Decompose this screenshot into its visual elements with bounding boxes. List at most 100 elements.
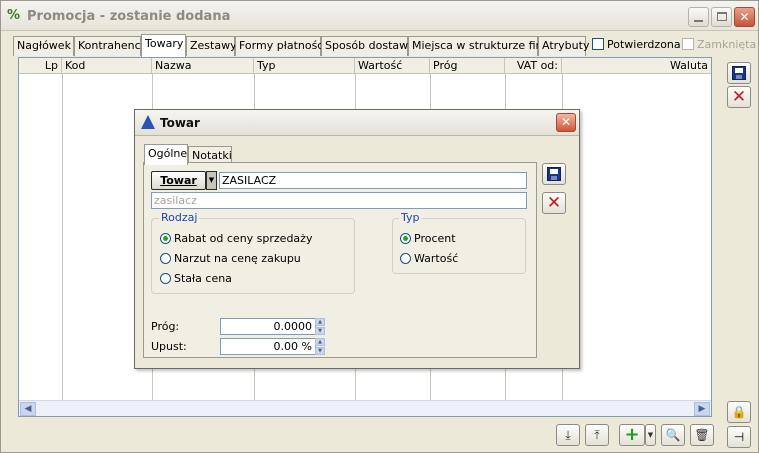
floppy-disk-icon (732, 66, 746, 80)
move-down-button[interactable]: ⤓ (556, 424, 580, 446)
move-up-button[interactable]: ⤒ (585, 424, 609, 446)
checkbox-box (682, 38, 694, 50)
close-window-button[interactable]: ✕ (734, 7, 755, 27)
column-header-typ[interactable]: Typ (254, 58, 355, 74)
tab-naglowek[interactable]: Nagłówek (13, 36, 74, 56)
upust-spinner[interactable]: ▲ ▼ (315, 338, 325, 355)
column-header-kod[interactable]: Kod (62, 58, 152, 74)
dialog-title: Towar (160, 116, 200, 130)
cancel-button[interactable]: ✕ (727, 86, 751, 108)
radio-dot (400, 233, 411, 244)
column-header-wartosc[interactable]: Wartość (355, 58, 430, 74)
zamknieta-label: Zamknięta (697, 38, 757, 51)
prog-spinner[interactable]: ▲ ▼ (315, 318, 325, 335)
towar-name-field[interactable]: zasilacz (151, 192, 527, 209)
tab-sposob-dostawy[interactable]: Sposób dostawy (321, 36, 415, 56)
spin-up-icon[interactable]: ▲ (315, 338, 325, 346)
tab-towary[interactable]: Towary (141, 34, 186, 57)
radio-dot (160, 273, 171, 284)
arrow-up-icon: ⤒ (594, 428, 600, 442)
tab-kontrahenci[interactable]: Kontrahenci (74, 36, 144, 56)
radio-rabat-od-ceny[interactable]: Rabat od ceny sprzedaży (160, 232, 312, 245)
window-title: Promocja - zostanie dodana (27, 9, 231, 24)
close-icon: ✕ (560, 115, 572, 129)
dialog-cancel-button[interactable]: ✕ (542, 192, 566, 214)
towar-icon (141, 115, 155, 129)
save-button[interactable] (727, 62, 751, 84)
column-header-prog[interactable]: Próg (430, 58, 505, 74)
horizontal-scrollbar[interactable]: ◀ ▶ (19, 400, 711, 416)
column-header-waluta[interactable]: Waluta (562, 58, 711, 74)
towar-select-button[interactable]: Towar (151, 171, 206, 190)
potwierdzona-label: Potwierdzona (607, 38, 681, 51)
lock-icon: 🔒 (731, 405, 747, 419)
radio-rabat-label: Rabat od ceny sprzedaży (174, 232, 313, 245)
radio-wartosc-label: Wartość (414, 252, 459, 265)
close-x-icon: ✕ (731, 87, 747, 107)
lock-button[interactable]: 🔒 (727, 401, 751, 423)
search-icon: 🔍 (665, 428, 681, 442)
percent-icon: % (7, 8, 21, 23)
rodzaj-group: Rodzaj Rabat od ceny sprzedaży Narzut na… (151, 212, 355, 294)
dialog-title-bar: Towar ✕ (135, 110, 579, 136)
column-header-nazwa[interactable]: Nazwa (152, 58, 254, 74)
chevron-down-icon: ▼ (208, 176, 215, 184)
towar-code-field[interactable]: ZASILACZ (219, 172, 527, 189)
spin-down-icon[interactable]: ▼ (315, 327, 325, 335)
tab-zestawy[interactable]: Zestawy (186, 36, 237, 56)
title-bar: % Promocja - zostanie dodana ✕ (1, 1, 758, 31)
tab-miejsca-w-strukturze[interactable]: Miejsca w strukturze firmy (408, 36, 557, 56)
typ-group: Typ Procent Wartość (392, 212, 526, 274)
dialog-tab-ogolne[interactable]: Ogólne (144, 144, 188, 165)
rodzaj-group-label: Rodzaj (159, 211, 200, 224)
minimize-icon (694, 20, 703, 22)
scroll-right-button[interactable]: ▶ (694, 402, 710, 416)
search-button[interactable]: 🔍 (661, 424, 685, 446)
add-dropdown-button[interactable]: ▼ (645, 424, 656, 446)
radio-narzut-label: Narzut na cenę zakupu (174, 252, 301, 265)
arrow-down-icon: ⤓ (565, 428, 571, 442)
radio-dot (160, 253, 171, 264)
prog-input[interactable]: 0.0000 (220, 318, 316, 335)
potwierdzona-checkbox[interactable]: Potwierdzona (592, 38, 681, 51)
delete-button[interactable]: 🗑 (690, 424, 714, 446)
zamknieta-checkbox: Zamknięta (682, 38, 756, 51)
radio-stala-cena[interactable]: Stała cena (160, 272, 232, 285)
towar-button-label: Towar (160, 174, 197, 187)
prog-label: Próg: (151, 320, 180, 333)
chevron-down-icon: ▼ (647, 431, 654, 439)
checkbox-box (592, 38, 604, 50)
upust-input[interactable]: 0.00 % (220, 338, 316, 355)
spin-up-icon[interactable]: ▲ (315, 318, 325, 326)
radio-wartosc[interactable]: Wartość (400, 252, 458, 265)
floppy-disk-icon (547, 167, 561, 181)
tab-formy-platnosci[interactable]: Formy płatności (235, 36, 326, 56)
dialog-close-button[interactable]: ✕ (556, 113, 576, 132)
minimize-button[interactable] (688, 7, 709, 27)
trash-icon: 🗑 (694, 428, 710, 442)
radio-dot (400, 253, 411, 264)
radio-dot (160, 233, 171, 244)
grid-header: Lp Kod Nazwa Typ Wartość Próg VAT od: Wa… (19, 58, 711, 74)
main-window: % Promocja - zostanie dodana ✕ Nagłówek … (0, 0, 759, 453)
pin-button[interactable]: ⊣ (727, 426, 751, 448)
maximize-button[interactable] (711, 7, 732, 27)
column-header-vat-od[interactable]: VAT od: (505, 58, 562, 74)
add-button[interactable]: + (619, 424, 645, 446)
tab-atrybuty[interactable]: Atrybuty (538, 36, 589, 56)
dialog-save-button[interactable] (542, 163, 566, 185)
scroll-left-button[interactable]: ◀ (20, 402, 36, 416)
typ-group-label: Typ (399, 211, 422, 224)
maximize-icon (717, 12, 727, 21)
radio-procent-label: Procent (414, 232, 456, 245)
spin-down-icon[interactable]: ▼ (315, 347, 325, 355)
pin-icon: ⊣ (733, 430, 745, 444)
radio-narzut-na-cene[interactable]: Narzut na cenę zakupu (160, 252, 301, 265)
upust-label: Upust: (151, 340, 187, 353)
radio-procent[interactable]: Procent (400, 232, 456, 245)
column-header-lp[interactable]: Lp (19, 58, 62, 74)
towar-dropdown-button[interactable]: ▼ (206, 171, 217, 190)
column-divider (62, 74, 63, 400)
plus-icon: + (624, 424, 640, 445)
towar-dialog: Towar ✕ Ogólne Notatki Towar ▼ ZASILACZ … (134, 109, 580, 369)
